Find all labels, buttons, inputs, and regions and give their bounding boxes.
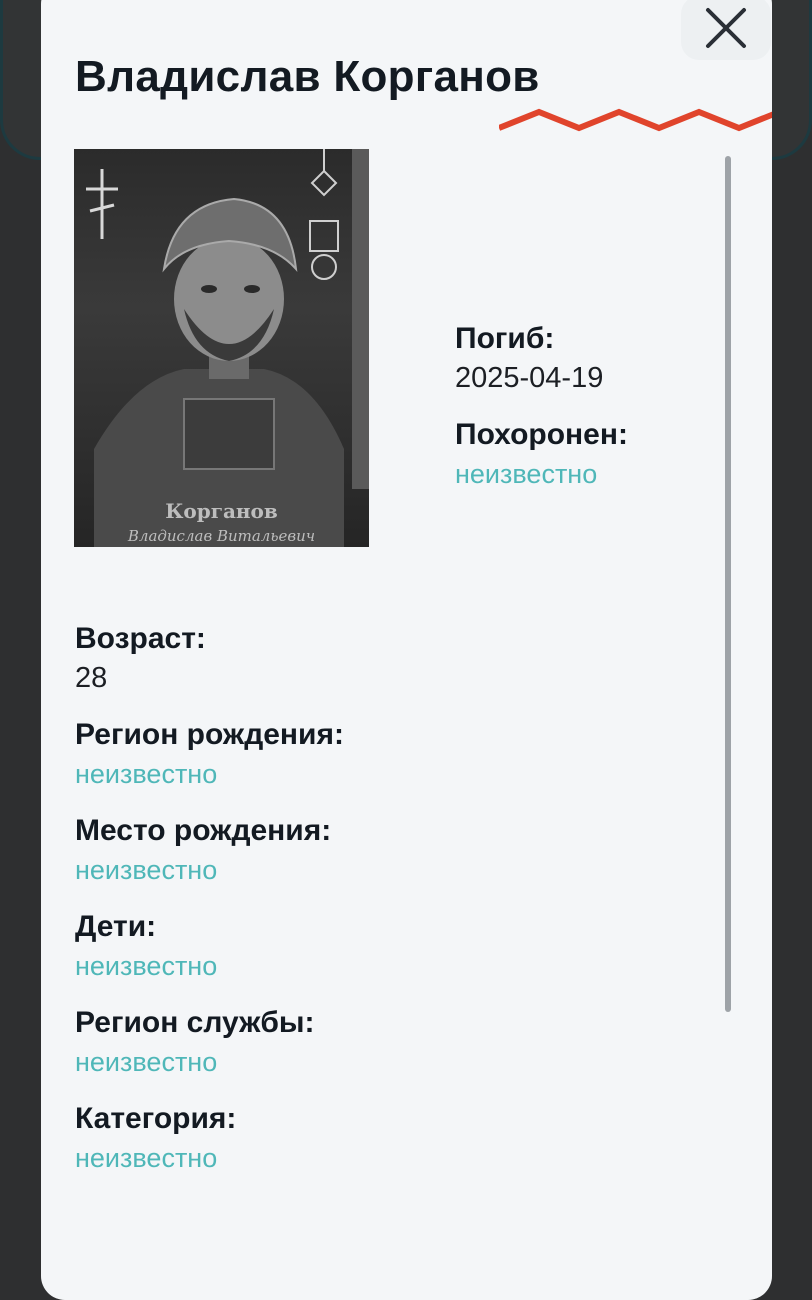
field-value: неизвестно — [75, 1047, 218, 1077]
details-list: Возраст: 28 Регион рождения: неизвестно … — [75, 620, 344, 1196]
field-value: 28 — [75, 662, 108, 694]
field-label: Погиб: — [455, 322, 555, 355]
field-label: Дети: — [75, 910, 157, 943]
page-title: Владислав Корганов — [75, 52, 540, 101]
photo-caption-fullname: Владислав Витальевич — [127, 527, 316, 545]
field-buried: Похоронен: неизвестно — [455, 416, 628, 494]
field-label: Возраст: — [75, 622, 206, 655]
cross-icon — [86, 169, 118, 239]
scrollbar[interactable] — [725, 156, 731, 1012]
field-value: неизвестно — [75, 855, 218, 885]
field-birth-place: Место рождения: неизвестно — [75, 812, 344, 890]
field-label: Похоронен: — [455, 418, 628, 451]
field-value: неизвестно — [75, 759, 218, 789]
medal-icon — [309, 149, 339, 280]
side-info: Погиб: 2025-04-19 Похоронен: неизвестно — [455, 320, 628, 512]
field-died: Погиб: 2025-04-19 — [455, 320, 628, 398]
close-button[interactable] — [681, 0, 771, 60]
field-label: Регион рождения: — [75, 718, 344, 751]
field-label: Место рождения: — [75, 814, 332, 847]
photo-caption-surname: Корганов — [165, 499, 278, 523]
field-value: неизвестно — [455, 459, 598, 489]
portrait-photo: Корганов Владислав Витальевич — [74, 149, 369, 547]
field-label: Регион службы: — [75, 1006, 315, 1039]
field-category: Категория: неизвестно — [75, 1100, 344, 1178]
field-age: Возраст: 28 — [75, 620, 344, 698]
close-icon — [706, 8, 746, 48]
field-value: неизвестно — [75, 951, 218, 981]
zigzag-decoration — [499, 108, 772, 132]
field-label: Категория: — [75, 1102, 237, 1135]
memorial-modal: Владислав Корганов Корганов Владислав Ви… — [41, 0, 772, 1300]
field-children: Дети: неизвестно — [75, 908, 344, 986]
field-birth-region: Регион рождения: неизвестно — [75, 716, 344, 794]
field-value: 2025-04-19 — [455, 362, 604, 394]
field-service-region: Регион службы: неизвестно — [75, 1004, 344, 1082]
field-value: неизвестно — [75, 1143, 218, 1173]
